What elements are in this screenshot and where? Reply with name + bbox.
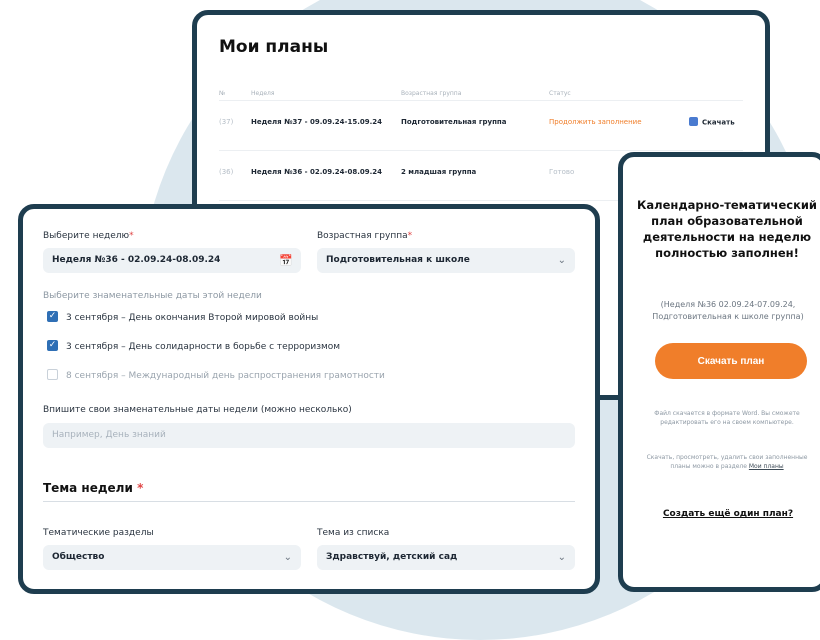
week-label: Выберите неделю*	[43, 231, 134, 241]
create-another-plan-link[interactable]: Создать ещё один план?	[633, 509, 820, 519]
column-header-status: Статус	[549, 90, 571, 97]
row-number: (37)	[219, 118, 234, 126]
age-group-label: Возрастная группа*	[317, 231, 413, 241]
checkbox-checked[interactable]: ✓	[47, 340, 58, 351]
download-link-label: Скачать	[702, 118, 735, 127]
week-select[interactable]: Неделя №36 - 02.09.24-08.09.24 📅	[43, 248, 301, 273]
column-header-number: №	[219, 90, 226, 97]
row-week: Неделя №36 - 02.09.24-08.09.24	[251, 168, 382, 176]
age-group-select[interactable]: Подготовительная к школе ⌄	[317, 248, 575, 273]
date-checkbox-label: 3 сентября – День окончания Второй миров…	[66, 313, 319, 323]
page-title: Мои планы	[219, 37, 329, 57]
row-week: Неделя №37 - 09.09.24-15.09.24	[251, 118, 382, 126]
divider	[43, 501, 575, 502]
checkbox-unchecked[interactable]	[47, 369, 58, 380]
date-checkbox-label: 8 сентября – Международный день распрост…	[66, 371, 385, 381]
custom-dates-input[interactable]: Например, День знаний	[43, 423, 575, 448]
completion-subtitle: (Неделя №36 02.09.24-07.09.24, Подготови…	[652, 300, 804, 321]
week-select-value: Неделя №36 - 02.09.24-08.09.24	[52, 255, 221, 265]
checkbox-checked[interactable]: ✓	[47, 311, 58, 322]
sections-label: Тематические разделы	[43, 528, 154, 538]
plan-complete-card: Календарно-тематический план образовател…	[618, 152, 820, 592]
calendar-icon[interactable]: 📅	[279, 248, 293, 273]
age-group-select-value: Подготовительная к школе	[326, 255, 470, 265]
date-checkbox-row[interactable]: 8 сентября – Международный день распрост…	[47, 369, 385, 381]
column-header-group: Возрастная группа	[401, 90, 462, 97]
date-checkbox-label: 3 сентября – День солидарности в борьбе …	[66, 342, 341, 352]
column-header-week: Неделя	[251, 90, 275, 97]
chevron-down-icon: ⌄	[283, 552, 292, 563]
continue-filling-link[interactable]: Продолжить заполнение	[549, 118, 642, 126]
date-checkbox-row[interactable]: ✓ 3 сентября – День окончания Второй миро…	[47, 311, 319, 323]
topic-select[interactable]: Здравствуй, детский сад ⌄	[317, 545, 575, 570]
chevron-down-icon: ⌄	[557, 255, 566, 266]
row-group: Подготовительная группа	[401, 118, 507, 126]
row-group: 2 младшая группа	[401, 168, 477, 176]
word-format-note: Файл скачается в формате Word. Вы сможет…	[654, 410, 800, 426]
completion-title: Календарно-тематический план образовател…	[636, 198, 817, 260]
sections-select[interactable]: Общество ⌄	[43, 545, 301, 570]
row-number: (36)	[219, 168, 234, 176]
custom-dates-label: Впишите свои знаменательные даты недели …	[43, 405, 352, 415]
download-icon	[689, 117, 698, 126]
chevron-down-icon: ⌄	[557, 552, 566, 563]
theme-title: Тема недели *	[43, 481, 144, 495]
my-plans-note: Скачать, просмотреть, удалить свои запол…	[646, 454, 808, 470]
sections-select-value: Общество	[52, 552, 105, 562]
topic-label: Тема из списка	[317, 528, 390, 538]
download-plan-button[interactable]: Скачать план	[655, 343, 807, 379]
date-checkbox-row[interactable]: ✓ 3 сентября – День солидарности в борьбе…	[47, 340, 341, 352]
download-link[interactable]: Скачать	[689, 117, 735, 127]
plan-form-card: Выберите неделю* Неделя №36 - 02.09.24-0…	[18, 204, 600, 594]
topic-select-value: Здравствуй, детский сад	[326, 552, 458, 562]
dates-label: Выберите знаменательные даты этой недели	[43, 291, 262, 301]
row-status: Готово	[549, 168, 575, 176]
my-plans-link[interactable]: Мои планы	[749, 463, 784, 470]
table-row[interactable]: (37) Неделя №37 - 09.09.24-15.09.24 Подг…	[219, 100, 743, 145]
